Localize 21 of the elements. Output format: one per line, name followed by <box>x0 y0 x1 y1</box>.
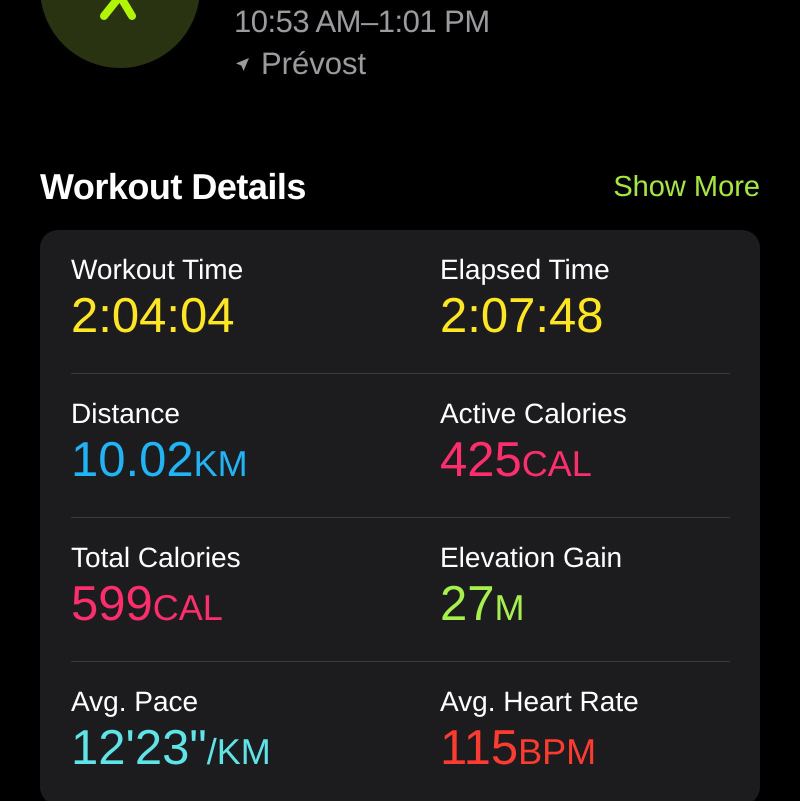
show-more-link[interactable]: Show More <box>613 170 760 204</box>
metric-label: Distance <box>71 398 181 430</box>
metric-value: 27M <box>440 576 526 632</box>
metric-label: Total Calories <box>71 542 242 574</box>
metric-label: Elevation Gain <box>440 542 624 574</box>
metric-value: 2:07:48 <box>440 288 604 344</box>
metric-value: 12'23"/KM <box>71 720 272 776</box>
metric-value: 115BPM <box>440 720 598 776</box>
workout-time-range: 10:53 AM–1:01 PM <box>234 4 490 40</box>
metric-label: Avg. Pace <box>71 686 200 718</box>
metric-label: Elapsed Time <box>440 254 611 286</box>
metric-value: 599CAL <box>71 576 224 632</box>
metric-label: Workout Time <box>71 254 244 286</box>
metric-value: 2:04:04 <box>71 288 236 344</box>
metric-value: 425CAL <box>440 432 593 488</box>
metric-value: 10.02KM <box>71 432 249 488</box>
location-arrow-icon <box>236 58 249 70</box>
metric-label: Avg. Heart Rate <box>440 686 640 718</box>
workout-location: Prévost <box>261 46 366 82</box>
metric-label: Active Calories <box>440 398 628 430</box>
section-title: Workout Details <box>40 166 306 208</box>
